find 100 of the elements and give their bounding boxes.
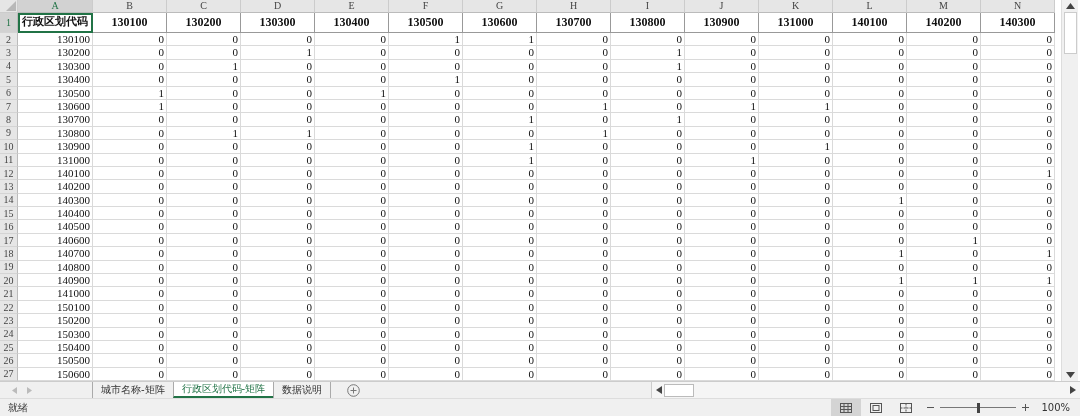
table-cell: 0	[537, 59, 611, 74]
table-cell: 1	[833, 274, 907, 288]
table-cell: 0	[167, 300, 241, 315]
column-header[interactable]: C	[167, 0, 241, 13]
table-cell: 0	[981, 260, 1055, 275]
table-cell: 0	[389, 166, 463, 181]
table-cell: 130700	[18, 113, 93, 127]
table-cell: 0	[907, 354, 981, 368]
table-cell: 130100	[18, 33, 93, 47]
table-cell: 0	[759, 287, 833, 301]
table-cell: 0	[241, 207, 315, 221]
zoom-out-icon[interactable]	[927, 404, 935, 411]
table-cell: 0	[241, 260, 315, 275]
table-cell: 150100	[18, 300, 93, 315]
table-cell: 0	[241, 247, 315, 261]
table-cell: 0	[389, 220, 463, 234]
table-cell: 0	[833, 140, 907, 154]
table-cell: 0	[611, 247, 685, 261]
scroll-left-icon[interactable]	[656, 386, 662, 394]
row-header[interactable]: 15	[0, 207, 18, 221]
table-cell: 1	[241, 46, 315, 60]
table-cell: 0	[981, 99, 1055, 114]
table-cell: 1	[685, 153, 759, 167]
column-header[interactable]: B	[93, 0, 167, 13]
zoom-in-icon[interactable]	[1022, 404, 1030, 411]
table-cell: 0	[315, 274, 389, 288]
table-cell: 130800	[18, 126, 93, 141]
column-header[interactable]: I	[611, 0, 685, 13]
vertical-scrollbar[interactable]	[1061, 0, 1078, 381]
table-cell: 0	[685, 341, 759, 355]
table-cell: 0	[759, 260, 833, 275]
row-header[interactable]: 20	[0, 274, 18, 288]
table-cell: 0	[685, 287, 759, 301]
grid-icon	[840, 402, 853, 413]
table-cell: 0	[93, 33, 167, 47]
table-cell: 0	[981, 180, 1055, 194]
table-cell: 0	[389, 153, 463, 167]
table-cell: 0	[389, 274, 463, 288]
column-header[interactable]: L	[833, 0, 907, 13]
row-header[interactable]: 26	[0, 354, 18, 368]
scroll-thumb[interactable]	[664, 383, 694, 397]
row-header[interactable]: 23	[0, 314, 18, 328]
table-cell: 0	[907, 166, 981, 181]
scroll-thumb[interactable]	[1063, 12, 1077, 54]
column-header[interactable]: D	[241, 0, 315, 13]
normal-view-button[interactable]	[831, 399, 862, 416]
status-text: 就绪	[7, 400, 28, 415]
table-cell: 0	[241, 166, 315, 181]
row-header[interactable]: 21	[0, 287, 18, 301]
page-break-icon	[900, 402, 913, 413]
table-cell: 0	[685, 59, 759, 74]
table-cell: 0	[981, 113, 1055, 127]
table-cell: 0	[463, 180, 537, 194]
table-cell: 0	[167, 99, 241, 114]
table-cell: 0	[537, 300, 611, 315]
scroll-down-icon[interactable]	[1065, 372, 1075, 378]
zoom-slider[interactable]	[940, 402, 1017, 413]
header-cell: 140300	[981, 13, 1055, 33]
row-header[interactable]: 5	[0, 73, 18, 87]
table-cell: 1	[537, 99, 611, 114]
table-cell: 0	[93, 166, 167, 181]
table-cell: 0	[537, 354, 611, 368]
row-header[interactable]: 16	[0, 220, 18, 234]
sheet-tab[interactable]: 数据说明	[273, 382, 332, 398]
column-header[interactable]: N	[981, 0, 1055, 13]
column-header[interactable]: J	[685, 0, 759, 13]
sheet-tab[interactable]: 行政区划代码-矩阵	[172, 382, 274, 398]
row-header[interactable]: 2	[0, 33, 18, 47]
zoom-level[interactable]: 100%	[1041, 402, 1070, 413]
table-cell: 0	[315, 33, 389, 47]
row-header[interactable]: 13	[0, 180, 18, 194]
column-header[interactable]: F	[389, 0, 463, 13]
scroll-up-icon[interactable]	[1065, 3, 1075, 9]
scroll-right-icon[interactable]	[1070, 386, 1076, 394]
table-cell: 0	[241, 233, 315, 248]
table-cell: 140100	[18, 166, 93, 181]
header-cell: 130300	[241, 13, 315, 33]
table-cell: 0	[241, 99, 315, 114]
row-header[interactable]: 8	[0, 113, 18, 127]
column-header[interactable]: H	[537, 0, 611, 13]
column-header[interactable]: G	[463, 0, 537, 13]
row-header[interactable]: 18	[0, 247, 18, 261]
table-cell: 0	[611, 287, 685, 301]
table-cell: 0	[611, 260, 685, 275]
column-header[interactable]: K	[759, 0, 833, 13]
table-cell: 0	[241, 354, 315, 368]
row-header[interactable]: 10	[0, 140, 18, 154]
row-header[interactable]: 3	[0, 46, 18, 60]
table-cell: 0	[463, 73, 537, 87]
column-header[interactable]: A	[18, 0, 93, 13]
row-header[interactable]: 1	[0, 13, 18, 33]
table-cell: 0	[981, 354, 1055, 368]
add-sheet-icon[interactable]	[347, 384, 361, 397]
table-cell: 0	[759, 220, 833, 234]
table-cell: 0	[759, 59, 833, 74]
table-cell: 1	[981, 274, 1055, 288]
table-cell: 0	[685, 300, 759, 315]
horizontal-scrollbar[interactable]	[651, 382, 1080, 398]
column-header[interactable]: M	[907, 0, 981, 13]
column-header[interactable]: E	[315, 0, 389, 13]
